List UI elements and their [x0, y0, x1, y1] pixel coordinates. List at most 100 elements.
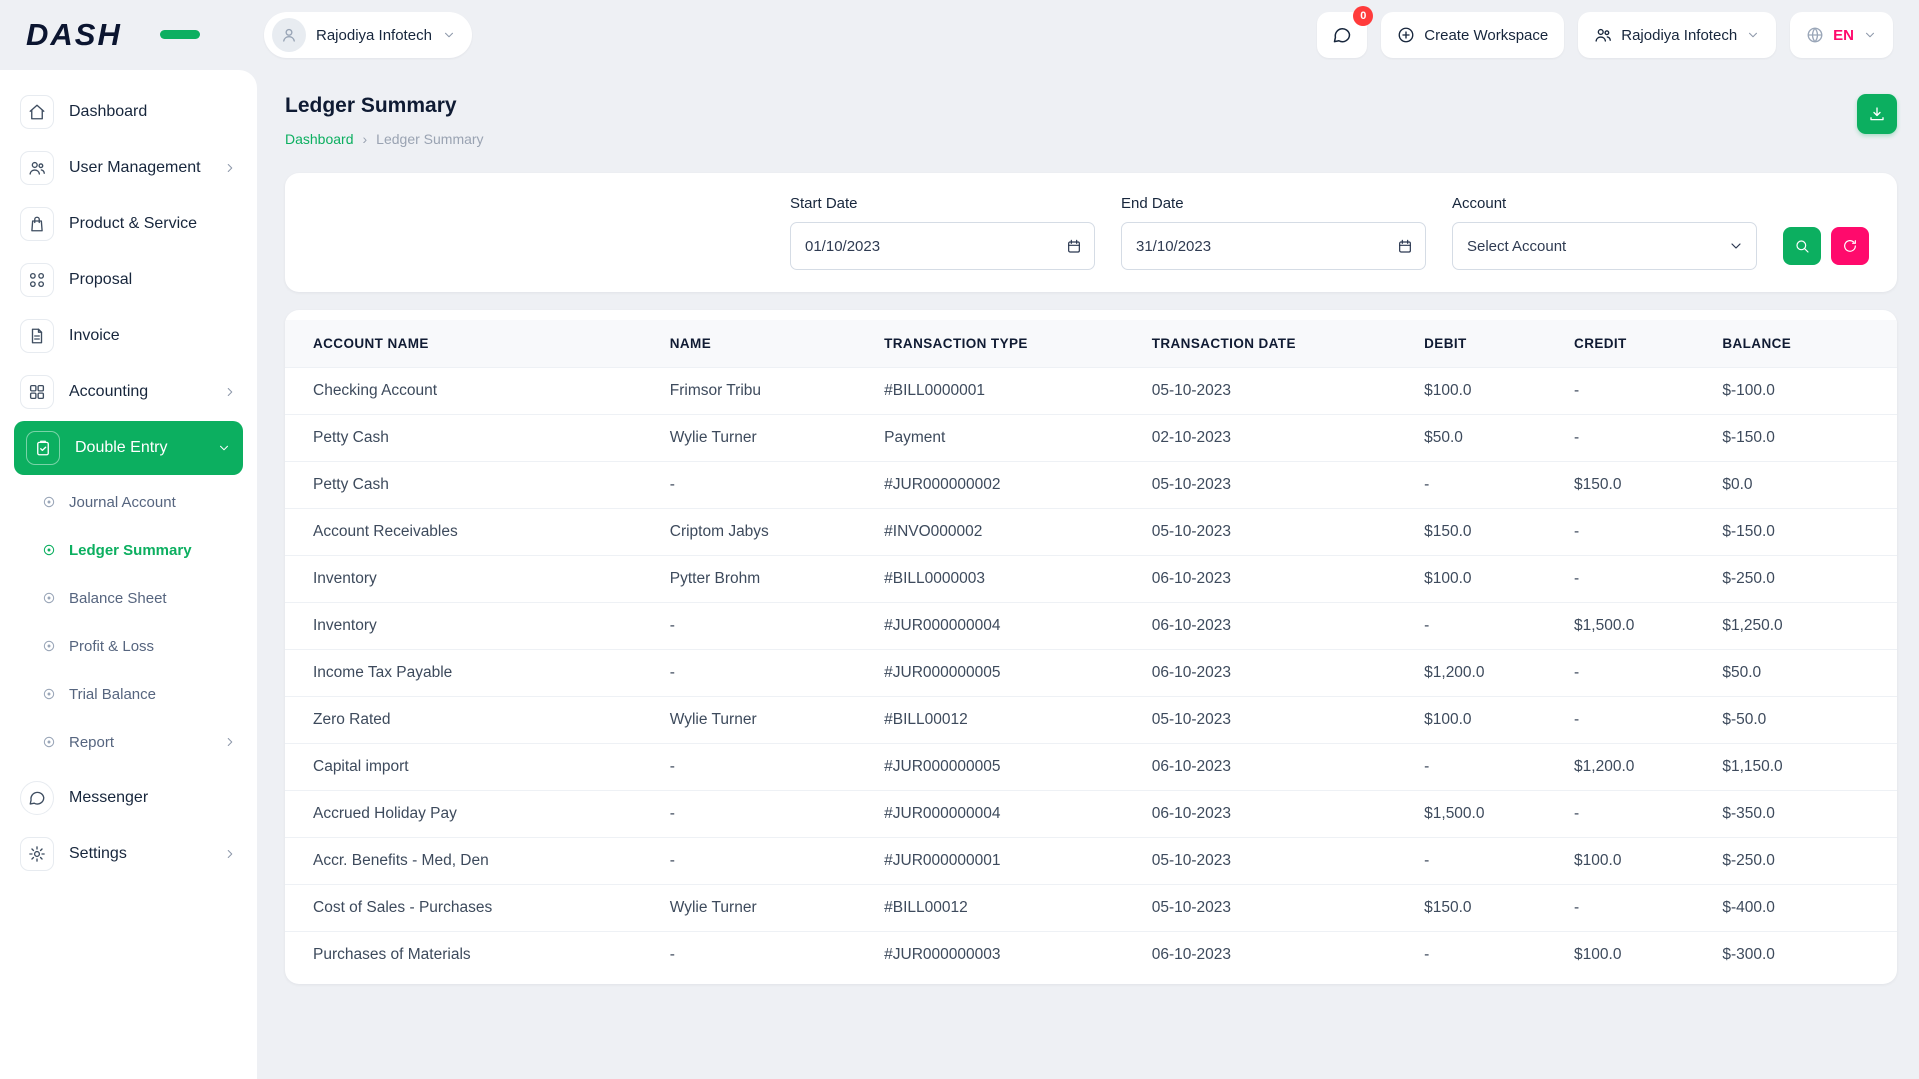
workspace-selector-label: Rajodiya Infotech: [316, 27, 432, 44]
sidebar-item-messenger[interactable]: Messenger: [0, 770, 257, 826]
table-row: Zero Rated Wylie Turner #BILL00012 05-10…: [285, 697, 1897, 744]
create-workspace-button[interactable]: Create Workspace: [1381, 12, 1564, 58]
page-title: Ledger Summary: [285, 94, 484, 118]
main-content: Ledger Summary Dashboard › Ledger Summar…: [285, 70, 1897, 984]
language-selector[interactable]: EN: [1790, 12, 1893, 58]
cell-account-name: Capital import: [285, 744, 656, 791]
cell-balance: $-300.0: [1708, 932, 1897, 979]
cell-transaction-date: 05-10-2023: [1138, 509, 1410, 556]
cell-balance: $50.0: [1708, 650, 1897, 697]
sidebar-item-product-service[interactable]: Product & Service: [0, 196, 257, 252]
cell-account-name: Accrued Holiday Pay: [285, 791, 656, 838]
sidebar-subitem-trial-balance[interactable]: Trial Balance: [0, 670, 257, 718]
cell-credit: -: [1560, 697, 1708, 744]
sidebar-subitem-label: Ledger Summary: [69, 542, 192, 559]
calendar-icon[interactable]: [1397, 238, 1413, 254]
sidebar-subitem-journal-account[interactable]: Journal Account: [0, 478, 257, 526]
messages-button[interactable]: 0: [1317, 12, 1367, 58]
cell-transaction-type: Payment: [870, 415, 1138, 462]
col-header-transaction-date: TRANSACTION DATE: [1138, 320, 1410, 368]
sidebar-item-label: Product & Service: [69, 215, 197, 233]
col-header-debit: DEBIT: [1410, 320, 1560, 368]
cell-transaction-date: 02-10-2023: [1138, 415, 1410, 462]
sidebar-subitem-balance-sheet[interactable]: Balance Sheet: [0, 574, 257, 622]
cell-balance: $1,150.0: [1708, 744, 1897, 791]
cell-balance: $-150.0: [1708, 415, 1897, 462]
breadcrumb-dashboard-link[interactable]: Dashboard: [285, 131, 354, 147]
sidebar-item-dashboard[interactable]: Dashboard: [0, 84, 257, 140]
cell-name: -: [656, 650, 870, 697]
sidebar-item-label: Settings: [69, 845, 127, 863]
cell-transaction-type: #JUR000000001: [870, 838, 1138, 885]
chevron-right-icon: [223, 735, 237, 749]
download-button[interactable]: [1857, 94, 1897, 134]
cell-transaction-date: 05-10-2023: [1138, 885, 1410, 932]
app-logo[interactable]: DASH: [26, 17, 264, 53]
cell-balance: $-50.0: [1708, 697, 1897, 744]
table-row: Checking Account Frimsor Tribu #BILL0000…: [285, 368, 1897, 415]
reset-button[interactable]: [1831, 227, 1869, 265]
cell-credit: -: [1560, 791, 1708, 838]
bullet-icon: [42, 591, 56, 605]
sidebar-item-settings[interactable]: Settings: [0, 826, 257, 882]
cell-name: -: [656, 932, 870, 979]
cell-account-name: Cost of Sales - Purchases: [285, 885, 656, 932]
cell-debit: $1,200.0: [1410, 650, 1560, 697]
cell-transaction-date: 05-10-2023: [1138, 838, 1410, 885]
create-workspace-label: Create Workspace: [1424, 27, 1548, 44]
home-icon: [20, 95, 54, 129]
sidebar-item-user-management[interactable]: User Management: [0, 140, 257, 196]
start-date-input[interactable]: [790, 222, 1095, 270]
search-button[interactable]: [1783, 227, 1821, 265]
filter-panel: Start Date End Date Account Select A: [285, 173, 1897, 292]
account-select[interactable]: Select Account: [1452, 222, 1757, 270]
cell-credit: -: [1560, 509, 1708, 556]
cell-account-name: Petty Cash: [285, 415, 656, 462]
cell-transaction-type: #JUR000000004: [870, 603, 1138, 650]
company-selector[interactable]: Rajodiya Infotech: [1578, 12, 1776, 58]
sidebar-item-proposal[interactable]: Proposal: [0, 252, 257, 308]
cell-debit: -: [1410, 462, 1560, 509]
filter-actions: [1783, 227, 1869, 270]
table-row: Capital import - #JUR000000005 06-10-202…: [285, 744, 1897, 791]
breadcrumb: Dashboard › Ledger Summary: [285, 131, 484, 147]
end-date-input[interactable]: [1121, 222, 1426, 270]
cell-transaction-type: #INVO000002: [870, 509, 1138, 556]
cell-balance: $-400.0: [1708, 885, 1897, 932]
col-header-name: NAME: [656, 320, 870, 368]
table-row: Income Tax Payable - #JUR000000005 06-10…: [285, 650, 1897, 697]
cell-credit: -: [1560, 556, 1708, 603]
sidebar-item-invoice[interactable]: Invoice: [0, 308, 257, 364]
chevron-right-icon: [223, 385, 237, 399]
cell-transaction-type: #JUR000000002: [870, 462, 1138, 509]
sidebar-subitem-report[interactable]: Report: [0, 718, 257, 766]
calendar-icon[interactable]: [1066, 238, 1082, 254]
cell-name: -: [656, 838, 870, 885]
cell-account-name: Account Receivables: [285, 509, 656, 556]
cell-account-name: Zero Rated: [285, 697, 656, 744]
cell-transaction-date: 06-10-2023: [1138, 791, 1410, 838]
cell-balance: $-150.0: [1708, 509, 1897, 556]
breadcrumb-separator: ›: [363, 131, 368, 147]
cell-balance: $-100.0: [1708, 368, 1897, 415]
sidebar-subitem-ledger-summary[interactable]: Ledger Summary: [0, 526, 257, 574]
workspace-selector[interactable]: Rajodiya Infotech: [264, 12, 472, 58]
sidebar-subitem-profit-loss[interactable]: Profit & Loss: [0, 622, 257, 670]
sidebar-item-accounting[interactable]: Accounting: [0, 364, 257, 420]
squares-grid-icon: [20, 375, 54, 409]
sidebar: Dashboard User Management Product & Serv…: [0, 70, 257, 1079]
table-row: Cost of Sales - Purchases Wylie Turner #…: [285, 885, 1897, 932]
table-row: Petty Cash Wylie Turner Payment 02-10-20…: [285, 415, 1897, 462]
col-header-balance: BALANCE: [1708, 320, 1897, 368]
cell-debit: -: [1410, 838, 1560, 885]
ledger-table: ACCOUNT NAME NAME TRANSACTION TYPE TRANS…: [285, 320, 1897, 978]
cell-transaction-date: 06-10-2023: [1138, 603, 1410, 650]
end-date-field: End Date: [1121, 195, 1426, 270]
cell-name: -: [656, 744, 870, 791]
logo-text: DASH: [26, 17, 148, 53]
cell-debit: $50.0: [1410, 415, 1560, 462]
language-label: EN: [1833, 27, 1854, 44]
cell-transaction-type: #BILL00012: [870, 885, 1138, 932]
bullet-icon: [42, 687, 56, 701]
sidebar-item-double-entry[interactable]: Double Entry: [14, 421, 243, 475]
